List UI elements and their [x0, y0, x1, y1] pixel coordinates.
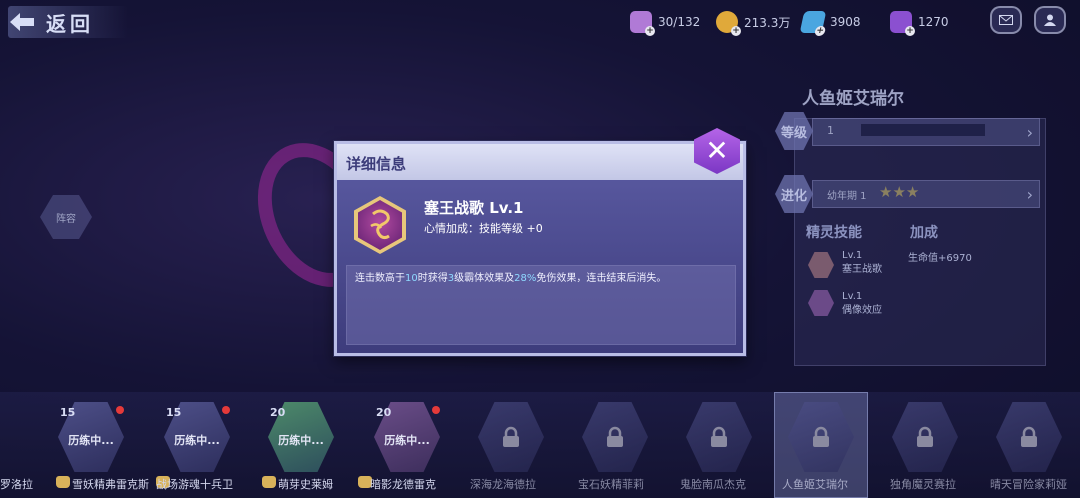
song-skill-icon	[354, 196, 406, 254]
lineup-label: 阵容	[56, 213, 76, 225]
roster-name: 深海龙海德拉	[470, 478, 536, 491]
level-progress-bar	[861, 124, 985, 136]
evolve-stage: 幼年期 1	[827, 191, 867, 202]
star-rating-icon: ★★★	[879, 183, 920, 201]
roster-name: 萌芽史莱姆	[278, 478, 333, 491]
roster-left-fragment: 罗洛拉	[0, 478, 33, 491]
gold-value: 213.3万	[744, 15, 791, 30]
stamina-card-icon: +	[630, 11, 655, 36]
roster-name: 暗影龙德雷克	[370, 478, 436, 491]
roster-card-locked[interactable]	[580, 402, 650, 474]
lock-icon	[503, 426, 519, 447]
roster-card-selected[interactable]	[774, 392, 868, 498]
roster-card[interactable]: 15 历练中...	[162, 402, 232, 474]
top-bar: 返回 + 30/132 + 213.3万 + 3908 + 1270	[0, 0, 1080, 44]
dialog-title: 详细信息	[346, 155, 407, 173]
lock-icon	[813, 426, 829, 447]
gem-value: 1270	[918, 15, 949, 29]
purple-gem-icon: +	[890, 11, 915, 36]
roster-name: 鬼脸南瓜杰克	[680, 478, 746, 491]
skills-heading: 精灵技能	[806, 225, 862, 241]
mail-button[interactable]	[990, 6, 1022, 34]
evolve-bar[interactable]: 幼年期 1 ★★★ ›	[812, 180, 1040, 208]
notification-dot-icon	[116, 406, 124, 414]
character-info-panel	[794, 118, 1046, 366]
roster-name: 雪妖精弗雷克斯	[72, 478, 149, 491]
stamina-counter[interactable]: + 30/132	[630, 10, 701, 36]
cat-badge-icon	[262, 476, 276, 488]
mood-bonus: 心情加成：技能等级 +0	[424, 222, 543, 235]
close-icon: ✕	[705, 134, 729, 167]
back-label: 返回	[46, 11, 94, 36]
evolve-chevron-icon: ›	[1026, 185, 1033, 204]
dialog-header: 详细信息	[337, 144, 743, 180]
profile-button[interactable]	[1034, 6, 1066, 34]
roster-card-locked[interactable]	[476, 402, 546, 474]
level-bar[interactable]: 1 ›	[812, 118, 1040, 146]
level-value: 1	[827, 124, 834, 137]
bonus-heading: 加成	[910, 225, 938, 241]
crystal-counter[interactable]: + 3908	[799, 10, 861, 36]
back-arrow-icon	[8, 11, 36, 33]
skill-detail-dialog: 详细信息 塞王战歌 Lv.1 心情加成：技能等级 +0 连击数高于10时获得3级…	[334, 141, 746, 356]
roster-card[interactable]: 15 历练中...	[56, 402, 126, 474]
lock-icon	[917, 426, 933, 447]
lock-icon	[711, 426, 727, 447]
lock-icon	[607, 426, 623, 447]
roster-card[interactable]: 20 历练中...	[372, 402, 442, 474]
pet-roster: 罗洛拉 15 历练中... 雪妖精弗雷克斯 15 历练中... 战场游魂十兵卫 20…	[0, 392, 1080, 498]
skill-name: 塞王战歌 Lv.1	[424, 199, 524, 217]
crystal-icon: +	[799, 11, 827, 36]
roster-card-locked[interactable]	[994, 402, 1064, 474]
cat-badge-icon	[56, 476, 70, 488]
gold-coin-icon: +	[716, 11, 741, 36]
level-chevron-icon: ›	[1026, 123, 1033, 142]
roster-name: 宝石妖精菲莉	[578, 478, 644, 491]
lock-icon	[1021, 426, 1037, 447]
notification-dot-icon	[222, 406, 230, 414]
roster-card[interactable]: 20 历练中...	[266, 402, 336, 474]
person-icon	[1044, 14, 1056, 26]
mail-icon	[999, 15, 1013, 25]
stamina-value: 30/132	[658, 15, 701, 29]
character-name: 人鱼姬艾瑞尔	[802, 89, 904, 109]
roster-name: 晴天冒险家莉娅	[990, 478, 1067, 491]
skill-description: 连击数高于10时获得3级霸体效果及28%免伤效果，连击结束后消失。	[355, 273, 667, 284]
bonus-value: 生命值+6970	[908, 253, 972, 264]
roster-card-locked[interactable]	[684, 402, 754, 474]
roster-name: 人鱼姬艾瑞尔	[782, 478, 848, 491]
notification-dot-icon	[432, 406, 440, 414]
skill-2-text: Lv.1 偶像效应	[842, 291, 882, 316]
roster-name: 战场游魂十兵卫	[156, 478, 233, 491]
skill-1-text: Lv.1 塞王战歌	[842, 250, 882, 275]
crystal-value: 3908	[830, 15, 861, 29]
roster-card-locked[interactable]	[890, 402, 960, 474]
gem-counter[interactable]: + 1270	[890, 10, 949, 36]
roster-name: 独角魔灵赛拉	[890, 478, 956, 491]
back-button[interactable]: 返回	[8, 6, 128, 38]
skill-description-box: 连击数高于10时获得3级霸体效果及28%免伤效果，连击结束后消失。	[346, 265, 736, 345]
gold-counter[interactable]: + 213.3万	[716, 10, 791, 36]
